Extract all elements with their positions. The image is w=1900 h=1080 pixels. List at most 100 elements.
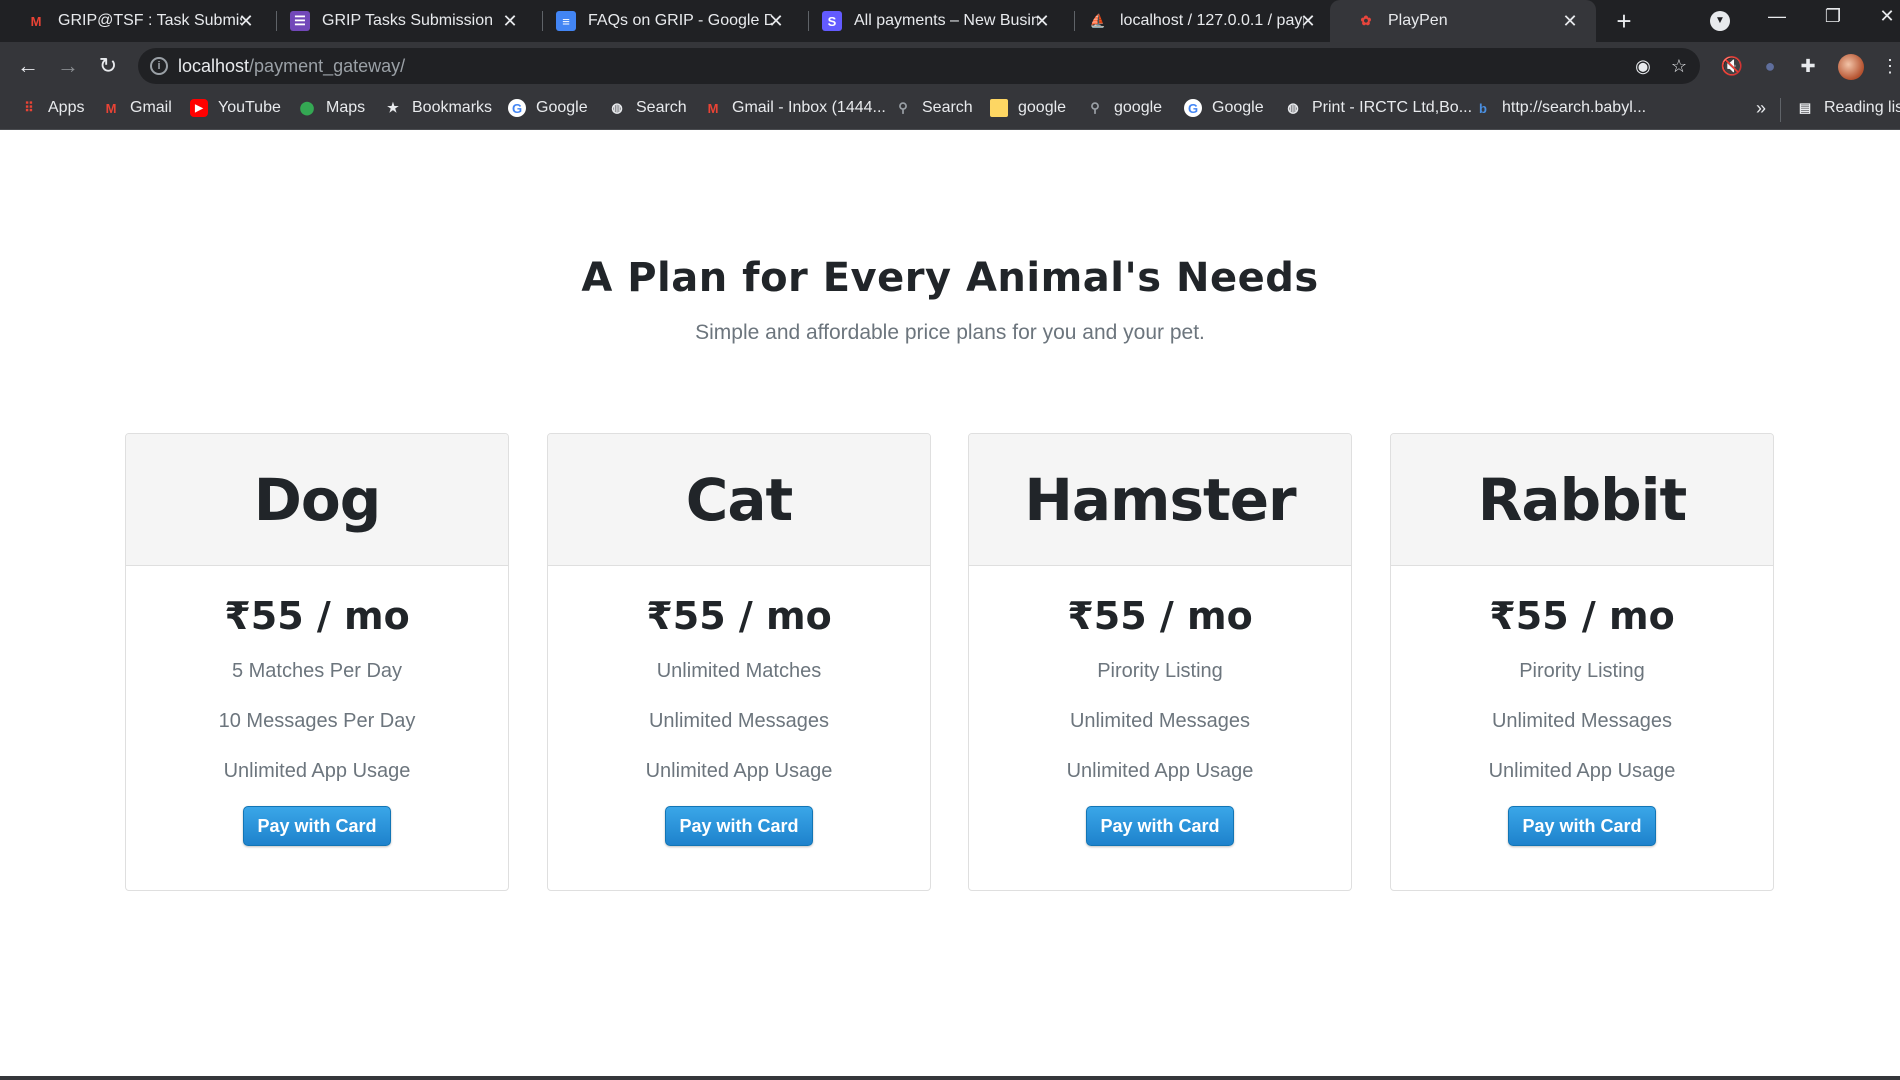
close-icon[interactable]: ✕: [1032, 11, 1052, 31]
globe-icon: ◍: [611, 100, 623, 115]
bookmark-irctc[interactable]: ◍ Print - IRCTC Ltd,Bo...: [1284, 99, 1472, 117]
bookmark-label: google: [1114, 99, 1163, 116]
plan-feature: Unlimited Messages: [648, 710, 830, 732]
google-icon: G: [1184, 99, 1202, 117]
plan-card-header: Rabbit: [1391, 434, 1773, 566]
bookmark-label: Search: [922, 99, 973, 116]
bookmark-label: Apps: [48, 99, 85, 116]
bookmark-google-2[interactable]: G Google: [1184, 99, 1264, 117]
tab-title: localhost / 127.0.0.1 / paypal: [1120, 12, 1304, 29]
gmail-icon: M: [105, 100, 117, 116]
bookmark-label: Search: [636, 99, 687, 116]
bookmark-label: Print - IRCTC Ltd,Bo...: [1312, 99, 1473, 116]
plan-card-rabbit: Rabbit ₹55 / mo Pirority Listing Unlimit…: [1390, 433, 1774, 891]
pay-with-card-button[interactable]: Pay with Card: [1508, 806, 1656, 846]
pay-with-card-button[interactable]: Pay with Card: [243, 806, 391, 846]
minimize-icon[interactable]: —: [1762, 6, 1792, 27]
tab-localhost-phpmyadmin[interactable]: ⛵ localhost / 127.0.0.1 / paypal ✕: [1062, 0, 1334, 42]
bookmark-gmail-inbox[interactable]: M Gmail - Inbox (1444...: [704, 99, 886, 117]
docs-icon: ≡: [556, 11, 576, 31]
bookmark-gmail[interactable]: M Gmail: [102, 99, 172, 117]
plan-feature: Unlimited App Usage: [645, 760, 833, 782]
tab-all-payments[interactable]: S All payments – New Business ✕: [796, 0, 1068, 42]
forms-icon: ☰: [290, 11, 310, 31]
close-icon[interactable]: ✕: [500, 11, 520, 31]
extension-icon[interactable]: ●: [1758, 54, 1782, 78]
tab-title: All payments – New Business: [854, 12, 1038, 29]
tab-faqs-google-docs[interactable]: ≡ FAQs on GRIP - Google Docs ✕: [530, 0, 802, 42]
bookmark-google-search[interactable]: ⚲ google: [1086, 99, 1162, 117]
url-host: localhost: [178, 56, 250, 76]
close-icon[interactable]: ✕: [236, 11, 256, 31]
google-icon: G: [508, 99, 526, 117]
bookmark-star-icon[interactable]: ☆: [1668, 55, 1690, 77]
bookmark-label: http://search.babyl...: [1502, 99, 1647, 116]
folder-icon: [990, 99, 1008, 117]
bookmark-search-2[interactable]: ⚲ Search: [894, 99, 973, 117]
bookmarks-overflow-icon[interactable]: »: [1756, 98, 1766, 119]
phpmyadmin-icon: ⛵: [1089, 13, 1107, 28]
close-icon[interactable]: ✕: [766, 11, 786, 31]
new-tab-icon[interactable]: +: [1610, 7, 1638, 35]
plan-card-header: Cat: [548, 434, 930, 566]
tab-title: PlayPen: [1388, 12, 1448, 29]
bookmark-search[interactable]: ◍ Search: [608, 99, 687, 117]
pay-with-card-button[interactable]: Pay with Card: [665, 806, 813, 846]
bookmark-bookmarks[interactable]: ★ Bookmarks: [384, 99, 492, 117]
extensions-puzzle-icon[interactable]: ✚: [1796, 54, 1820, 78]
tab-search-icon[interactable]: ▼: [1710, 11, 1730, 31]
plan-price: ₹55 / mo: [646, 594, 832, 638]
page-content: A Plan for Every Animal's Needs Simple a…: [0, 131, 1900, 1080]
site-info-icon[interactable]: i: [150, 57, 168, 75]
bookmark-label: Google: [1212, 99, 1264, 116]
url-text[interactable]: localhost/payment_gateway/: [178, 56, 405, 77]
plan-name: Rabbit: [1477, 465, 1687, 534]
close-icon[interactable]: ✕: [1298, 11, 1318, 31]
bookmark-maps[interactable]: ⬤ Maps: [298, 99, 365, 117]
page-title: A Plan for Every Animal's Needs: [581, 255, 1319, 301]
forward-icon[interactable]: →: [54, 52, 82, 80]
plan-price: ₹55 / mo: [224, 594, 410, 638]
plan-feature: Pirority Listing: [1097, 660, 1223, 682]
close-window-icon[interactable]: ✕: [1872, 6, 1900, 27]
gmail-icon: M: [30, 13, 42, 29]
bookmark-google[interactable]: G Google: [508, 99, 588, 117]
pay-with-card-button[interactable]: Pay with Card: [1086, 806, 1234, 846]
bookmark-label: YouTube: [218, 99, 281, 116]
star-icon: ★: [387, 100, 399, 115]
tracking-eye-icon[interactable]: ◉: [1632, 55, 1654, 77]
tab-strip: M GRIP@TSF : Task Submission ✕ ☰ GRIP Ta…: [0, 0, 1900, 42]
bookmark-google-folder[interactable]: google: [990, 99, 1066, 117]
reading-list-label: Reading list: [1824, 99, 1900, 116]
plan-card-hamster: Hamster ₹55 / mo Pirority Listing Unlimi…: [968, 433, 1352, 891]
tab-grip-task-submission[interactable]: M GRIP@TSF : Task Submission ✕: [0, 0, 272, 42]
reading-list[interactable]: ▤ Reading list: [1796, 99, 1900, 117]
address-bar[interactable]: i localhost/payment_gateway/ ◉ ☆: [138, 48, 1700, 84]
plan-feature: Unlimited App Usage: [1488, 760, 1676, 782]
bookmark-apps[interactable]: ⠿ Apps: [20, 99, 84, 117]
close-icon[interactable]: ✕: [1560, 11, 1580, 31]
plan-feature: Pirority Listing: [1519, 660, 1645, 682]
bookmarks-bar: ⠿ Apps M Gmail ▶ YouTube ⬤ Maps ★ Bookma…: [0, 90, 1900, 130]
avatar[interactable]: [1838, 54, 1864, 80]
plan-feature: 5 Matches Per Day: [231, 660, 403, 682]
plan-card-dog: Dog ₹55 / mo 5 Matches Per Day 10 Messag…: [125, 433, 509, 891]
tab-grip-tasks-submission[interactable]: ☰ GRIP Tasks Submission ✕: [264, 0, 536, 42]
browser-toolbar: ← → ↻ i localhost/payment_gateway/ ◉ ☆ 🔇…: [0, 42, 1900, 90]
tab-playpen[interactable]: ✿ PlayPen ✕: [1330, 0, 1596, 42]
plan-name: Cat: [685, 465, 793, 534]
plan-card-header: Dog: [126, 434, 508, 566]
bookmark-label: Gmail - Inbox (1444...: [732, 99, 886, 116]
apps-grid-icon: ⠿: [24, 100, 34, 115]
magnifier-icon: ⚲: [898, 100, 908, 115]
reload-icon[interactable]: ↻: [94, 52, 122, 80]
bookmark-label: Google: [536, 99, 588, 116]
menu-icon[interactable]: ⋮: [1878, 54, 1900, 78]
back-icon[interactable]: ←: [14, 52, 42, 80]
mute-icon[interactable]: 🔇: [1720, 54, 1744, 78]
bookmark-youtube[interactable]: ▶ YouTube: [190, 99, 281, 117]
bookmark-babylon[interactable]: b http://search.babyl...: [1474, 99, 1646, 117]
plan-feature: Unlimited App Usage: [223, 760, 411, 782]
restore-icon[interactable]: ❐: [1818, 6, 1848, 27]
url-path: /payment_gateway/: [249, 56, 406, 76]
